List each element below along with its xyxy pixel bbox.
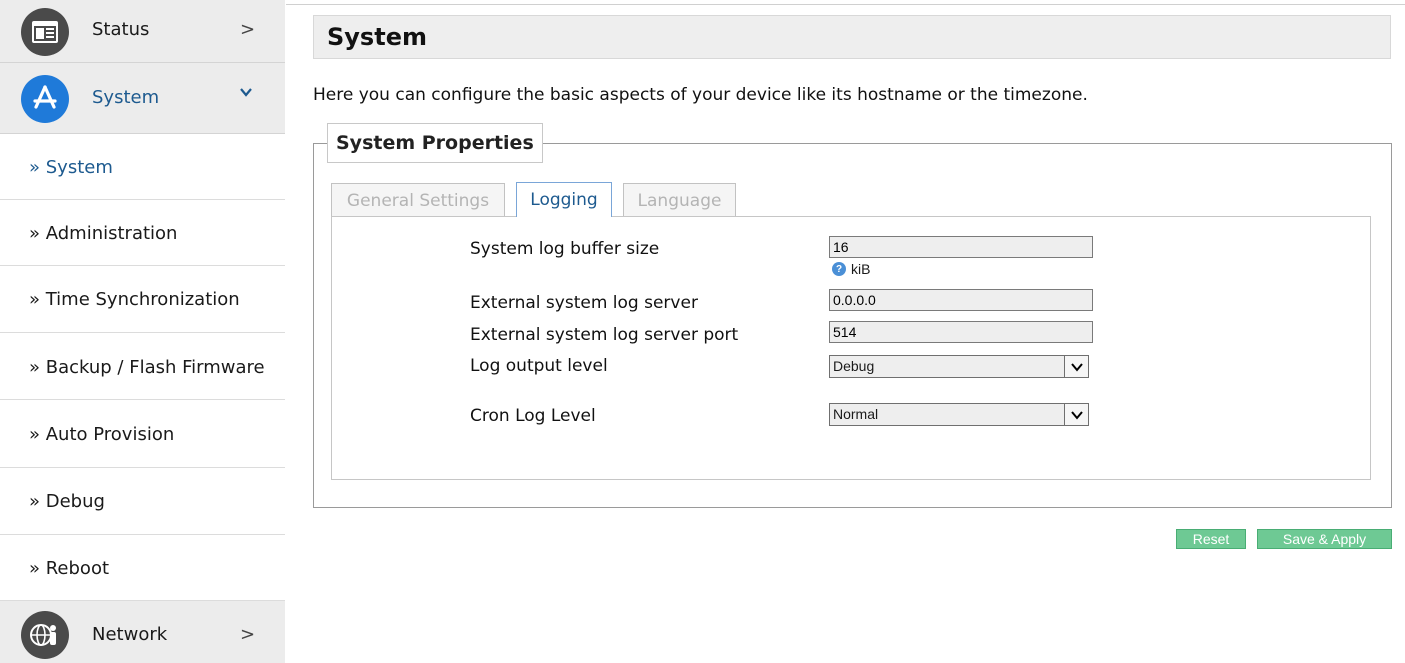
sidebar-item-administration[interactable]: » Administration xyxy=(0,200,285,266)
chevron-right-icon: > xyxy=(240,19,256,40)
sidebar-item-time-synchronization[interactable]: » Time Synchronization xyxy=(0,266,285,333)
cron-log-level-value: Normal xyxy=(833,406,879,422)
sidebar-item-label: » Time Synchronization xyxy=(29,289,240,310)
tab-language[interactable]: Language xyxy=(623,183,736,217)
sidebar-item-backup-flash-firmware[interactable]: » Backup / Flash Firmware xyxy=(0,333,285,400)
sidebar-network-label: Network xyxy=(92,624,168,645)
cron-log-level-select[interactable]: Normal xyxy=(829,403,1089,426)
chevron-down-icon xyxy=(238,84,254,105)
sidebar-status-label: Status xyxy=(92,19,150,40)
sidebar-system-label: System xyxy=(92,87,160,108)
log-output-level-label: Log output level xyxy=(470,356,608,376)
sidebar-item-label: » Administration xyxy=(29,223,178,244)
browser-window-icon xyxy=(21,8,69,56)
chevron-down-icon xyxy=(1064,356,1088,377)
buffer-size-input[interactable] xyxy=(829,236,1093,258)
tab-general-settings[interactable]: General Settings xyxy=(331,183,505,217)
sidebar-group-system[interactable]: System xyxy=(0,63,285,134)
page-title-bar: System xyxy=(313,15,1391,59)
buffer-size-unit: kiB xyxy=(851,261,871,277)
cron-log-level-label: Cron Log Level xyxy=(470,406,596,426)
header-divider xyxy=(286,4,1405,5)
page-title: System xyxy=(327,23,427,51)
sidebar-item-label: » Auto Provision xyxy=(29,424,175,445)
save-apply-button[interactable]: Save & Apply xyxy=(1257,529,1392,549)
sidebar-item-label: » Backup / Flash Firmware xyxy=(29,357,265,378)
log-server-port-label: External system log server port xyxy=(470,325,739,345)
tab-logging[interactable]: Logging xyxy=(516,182,612,217)
buffer-size-label: System log buffer size xyxy=(470,239,660,259)
section-title: System Properties xyxy=(327,123,543,163)
sidebar-item-label: » Reboot xyxy=(29,558,110,579)
help-icon[interactable]: ? xyxy=(832,262,846,276)
globe-user-icon xyxy=(21,611,69,659)
buffer-size-help: ? kiB xyxy=(832,261,870,277)
sidebar-item-reboot[interactable]: » Reboot xyxy=(0,535,285,601)
sidebar-item-debug[interactable]: » Debug xyxy=(0,468,285,535)
sidebar-item-system[interactable]: » System xyxy=(0,134,285,200)
sidebar-item-label: » System xyxy=(29,157,113,178)
chevron-down-icon xyxy=(1064,404,1088,425)
log-server-port-input[interactable] xyxy=(829,321,1093,343)
sidebar-item-label: » Debug xyxy=(29,491,105,512)
sidebar: Status > System » System » Administratio… xyxy=(0,0,285,663)
log-server-input[interactable] xyxy=(829,289,1093,311)
app-store-icon xyxy=(21,75,69,123)
log-output-level-select[interactable]: Debug xyxy=(829,355,1089,378)
log-output-level-value: Debug xyxy=(833,358,875,374)
sidebar-group-network[interactable]: Network > xyxy=(0,601,285,663)
sidebar-item-auto-provision[interactable]: » Auto Provision xyxy=(0,400,285,468)
sidebar-group-status[interactable]: Status > xyxy=(0,0,285,63)
reset-button[interactable]: Reset xyxy=(1176,529,1246,549)
page-description: Here you can configure the basic aspects… xyxy=(313,85,1088,105)
chevron-right-icon: > xyxy=(240,624,256,645)
log-server-label: External system log server xyxy=(470,293,698,313)
